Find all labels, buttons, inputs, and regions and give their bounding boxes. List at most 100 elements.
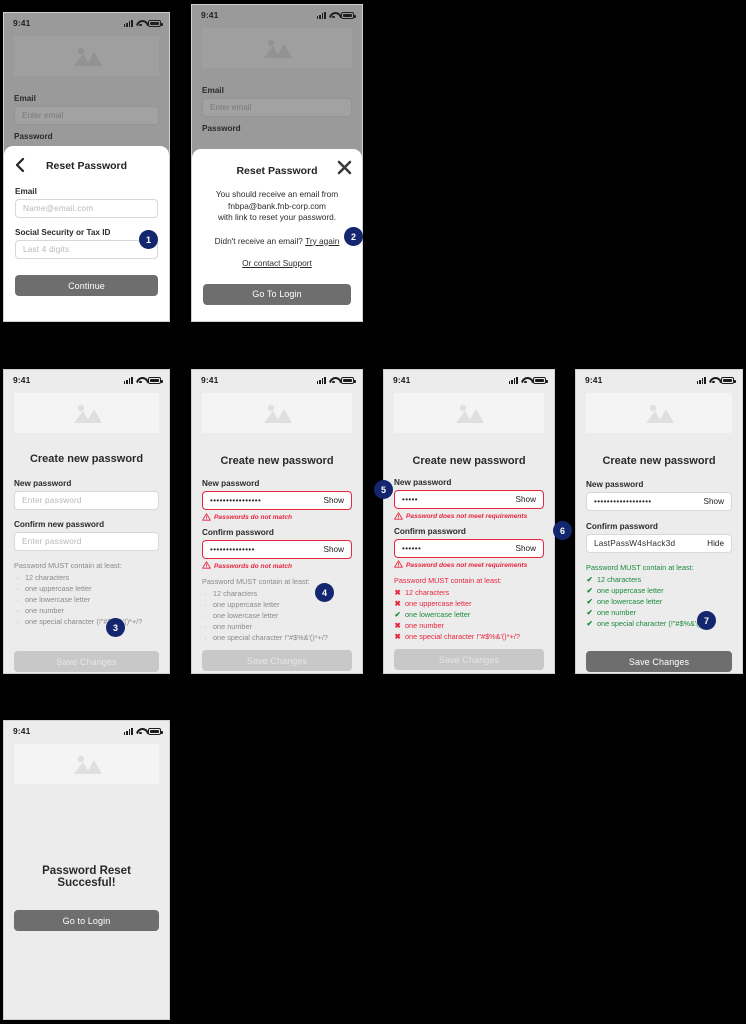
confirm-password-label: Confirm password — [394, 526, 466, 536]
battery-icon — [341, 376, 356, 384]
bullet-icon: · — [204, 600, 207, 609]
retry-prefix: Didn't receive an email? — [214, 235, 303, 246]
bullet-icon: · — [16, 595, 19, 604]
new-password-label: New password — [394, 478, 452, 487]
new-password-show-toggle[interactable]: Show — [704, 497, 724, 506]
check-icon: ✔ — [586, 619, 593, 628]
confirm-password-input[interactable]: •••••••••••••• Show — [202, 539, 352, 559]
reset-password-sent-modal: Reset Password You should receive an ema… — [192, 149, 362, 321]
step-badge-5: 5 — [375, 481, 392, 498]
phone-create-password-mismatch: 9:41 Create new password New password ••… — [191, 369, 363, 674]
new-password-input[interactable]: Enter password — [14, 491, 159, 510]
confirm-password-input[interactable]: LastPassW4sHack3d Hide — [586, 534, 732, 553]
requirement-item: ✖ one uppercase letter — [394, 599, 472, 608]
requirement-item: ✖ one number — [394, 621, 444, 630]
confirm-password-label: Confirm password — [586, 522, 658, 531]
requirement-item: · one uppercase letter — [14, 583, 159, 594]
check-icon: ✔ — [586, 575, 593, 584]
wifi-icon — [136, 377, 145, 384]
close-icon[interactable] — [337, 160, 352, 180]
bullet-icon: · — [204, 633, 207, 642]
status-bar: 9:41 — [576, 370, 742, 390]
new-password-error: Passwords do not match — [202, 512, 352, 523]
step-badge-1: 1 — [140, 231, 157, 248]
bullet-icon: · — [16, 584, 19, 593]
new-password-input[interactable]: ••••• Show — [394, 490, 544, 509]
phone-create-password-empty: 9:41 Create new password New password En… — [3, 369, 170, 674]
new-password-show-toggle[interactable]: Show — [324, 496, 344, 505]
continue-button[interactable]: Continue — [15, 275, 158, 296]
requirement-item: ✖ 12 characters — [394, 588, 450, 597]
bullet-icon: · — [204, 622, 207, 631]
status-time: 9:41 — [585, 375, 603, 385]
confirm-password-show-toggle[interactable]: Show — [324, 545, 344, 554]
wifi-icon — [329, 377, 338, 384]
wifi-icon — [709, 377, 718, 384]
new-password-value: •••••••••••••••• — [210, 496, 262, 505]
new-password-placeholder: Enter password — [22, 496, 82, 505]
phone-password-reset-success: 9:41 Password Reset Succesful! Go to Log… — [3, 720, 170, 1020]
confirm-password-hide-toggle[interactable]: Hide — [707, 539, 724, 548]
requirements-heading: Password MUST contain at least: — [586, 563, 694, 572]
new-password-input[interactable]: •••••••••••••••• Show — [202, 491, 352, 510]
confirm-password-input[interactable]: Enter password — [14, 532, 159, 551]
status-bar: 9:41 — [384, 370, 554, 390]
battery-icon — [148, 727, 163, 735]
new-password-input[interactable]: •••••••••••••••••• Show — [586, 492, 732, 511]
requirement-item: · one number — [202, 621, 352, 632]
screenshot-canvas: 9:41 Email Enter email Password Reset Pa… — [0, 0, 746, 1024]
new-password-value: ••••• — [402, 495, 419, 504]
requirement-item: · one uppercase letter — [202, 599, 352, 610]
new-password-error: Password does not meet requirements — [394, 511, 544, 522]
step-badge-4: 4 — [316, 584, 333, 601]
go-to-login-button[interactable]: Go to Login — [14, 910, 159, 931]
save-changes-button[interactable]: Save Changes — [586, 651, 732, 672]
modal-title: Reset Password — [45, 160, 128, 172]
image-placeholder — [14, 393, 159, 433]
email-input[interactable]: Name@email.com — [15, 199, 158, 218]
contact-support-link[interactable]: Or contact Support — [242, 258, 312, 268]
battery-icon — [533, 376, 548, 384]
save-changes-button[interactable]: Save Changes — [202, 650, 352, 671]
confirm-password-input[interactable]: •••••• Show — [394, 538, 544, 558]
email-placeholder: Name@email.com — [23, 204, 94, 213]
sent-body-line-1: You should receive an email from — [215, 189, 339, 199]
confirm-password-value: •••••••••••••• — [210, 544, 255, 554]
wifi-icon — [136, 728, 145, 735]
password-requirements-list: · 12 characters · one uppercase letter · on… — [14, 572, 159, 627]
new-password-value: •••••••••••••••••• — [594, 497, 652, 506]
warning-icon — [394, 511, 403, 522]
requirement-item: · one special character (!"#$%&'()*+/? — [14, 616, 159, 627]
step-badge-6: 6 — [554, 522, 571, 539]
save-changes-button[interactable]: Save Changes — [394, 649, 544, 670]
requirement-item: ✖ one special character !"#$%&'()*+/? — [394, 632, 520, 641]
wifi-icon — [521, 377, 530, 384]
confirm-password-show-toggle[interactable]: Show — [516, 544, 536, 553]
cross-icon: ✖ — [394, 599, 401, 608]
phone-reset-password-form: 9:41 Email Enter email Password Reset Pa… — [3, 12, 170, 322]
new-password-show-toggle[interactable]: Show — [516, 495, 536, 504]
ssn-input[interactable]: Last 4 digits — [15, 240, 158, 259]
go-to-login-button[interactable]: Go To Login — [203, 283, 351, 305]
check-icon: ✔ — [586, 597, 593, 606]
phone-create-password-requirements: 9:41 Create new password New password ••… — [383, 369, 555, 674]
requirement-item: · one number — [14, 605, 159, 616]
ssn-placeholder: Last 4 digits — [23, 245, 70, 254]
page-title: Create new password — [220, 455, 334, 467]
requirement-item: ✔ one lowercase letter — [586, 597, 663, 606]
check-icon: ✔ — [586, 586, 593, 595]
phone-reset-password-sent: 9:41 Email Enter email Password Reset Pa… — [191, 4, 363, 322]
requirement-item: · one lowercase letter — [14, 594, 159, 605]
chevron-left-icon[interactable] — [15, 157, 25, 177]
page-title: Create new password — [602, 455, 716, 467]
page-title: Create new password — [412, 455, 526, 467]
requirement-item: · 12 characters — [14, 572, 159, 583]
save-changes-button[interactable]: Save Changes — [14, 651, 159, 672]
status-time: 9:41 — [13, 375, 31, 385]
cellular-signal-icon — [696, 376, 706, 384]
confirm-password-value: •••••• — [402, 543, 422, 553]
try-again-link[interactable]: Try again — [305, 236, 339, 246]
cross-icon: ✖ — [394, 632, 401, 641]
step-badge-7: 7 — [698, 612, 715, 629]
bullet-icon: · — [16, 606, 19, 615]
